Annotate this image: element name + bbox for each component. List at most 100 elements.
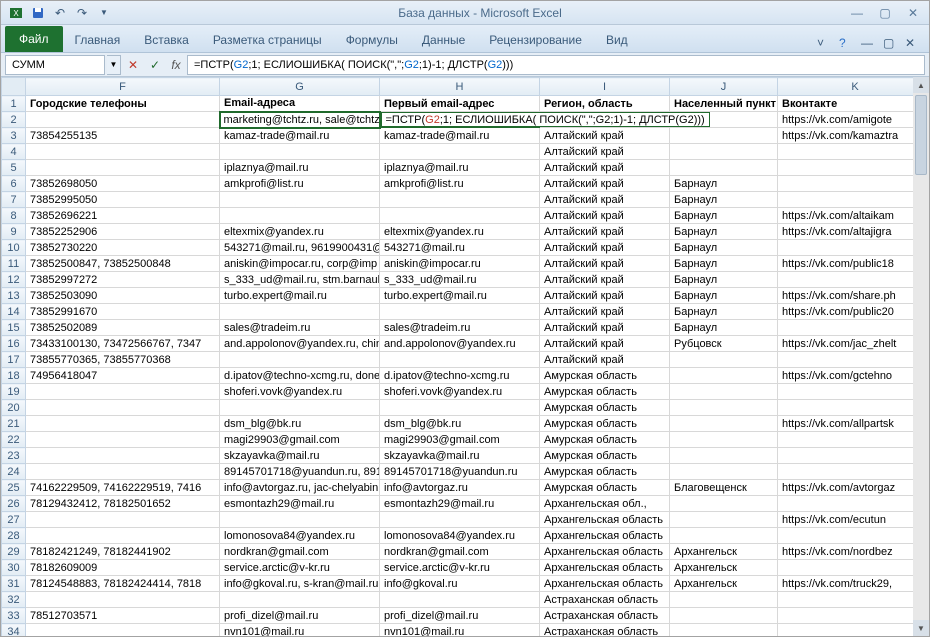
close-icon[interactable]: ✕ — [903, 5, 923, 21]
cell[interactable] — [26, 384, 220, 400]
cell[interactable]: Архангельская область — [540, 576, 670, 592]
cell[interactable]: 74162229509, 74162229519, 7416 — [26, 480, 220, 496]
cell[interactable]: 73852995050 — [26, 192, 220, 208]
row-header[interactable]: 33 — [2, 608, 26, 624]
row-header[interactable]: 30 — [2, 560, 26, 576]
tab-home[interactable]: Главная — [63, 28, 133, 52]
cell[interactable] — [220, 592, 380, 608]
cell[interactable] — [778, 192, 914, 208]
cell[interactable]: iplaznya@mail.ru — [220, 160, 380, 176]
cell[interactable]: Амурская область — [540, 432, 670, 448]
cell[interactable] — [26, 112, 220, 128]
cell[interactable]: 73852991670 — [26, 304, 220, 320]
qat-dropdown-icon[interactable]: ▼ — [95, 4, 113, 22]
cell[interactable]: Барнаул — [670, 320, 778, 336]
row-header[interactable]: 20 — [2, 400, 26, 416]
cell[interactable]: Амурская область — [540, 448, 670, 464]
cell[interactable] — [220, 512, 380, 528]
cell[interactable] — [670, 384, 778, 400]
cell[interactable] — [778, 272, 914, 288]
row-header[interactable]: 16 — [2, 336, 26, 352]
active-cell[interactable]: =ПСТР(G2;1; ЕСЛИОШИБКА( ПОИСК(",";G2;1)-… — [380, 112, 540, 128]
cell[interactable] — [220, 192, 380, 208]
cell[interactable] — [670, 160, 778, 176]
cell[interactable]: Архангельская обл., — [540, 496, 670, 512]
cell[interactable] — [778, 400, 914, 416]
cell[interactable]: s_333_ud@mail.ru — [380, 272, 540, 288]
cell[interactable]: Рубцовск — [670, 336, 778, 352]
cell[interactable] — [670, 400, 778, 416]
cell[interactable]: s_333_ud@mail.ru, stm.barnaul — [220, 272, 380, 288]
row-header[interactable]: 34 — [2, 624, 26, 637]
row-header[interactable]: 7 — [2, 192, 26, 208]
row-header[interactable]: 24 — [2, 464, 26, 480]
row-header[interactable]: 3 — [2, 128, 26, 144]
cell[interactable]: dsm_blg@bk.ru — [220, 416, 380, 432]
row-header[interactable]: 23 — [2, 448, 26, 464]
cell[interactable]: https://vk.com/truck29, — [778, 576, 914, 592]
doc-minimize-icon[interactable]: — — [861, 36, 877, 52]
cell[interactable]: Алтайский край — [540, 256, 670, 272]
save-icon[interactable] — [29, 4, 47, 22]
cell[interactable]: nordkran@gmail.com — [220, 544, 380, 560]
cell[interactable]: 73852698050 — [26, 176, 220, 192]
cell[interactable]: service.arctic@v-kr.ru — [380, 560, 540, 576]
enter-icon[interactable]: ✓ — [145, 55, 165, 75]
cell[interactable]: Архангельская область — [540, 512, 670, 528]
tab-formulas[interactable]: Формулы — [334, 28, 410, 52]
cancel-icon[interactable]: ✕ — [123, 55, 143, 75]
cell[interactable]: Астраханская область — [540, 592, 670, 608]
cell[interactable] — [778, 464, 914, 480]
cell[interactable]: magi29903@gmail.com — [380, 432, 540, 448]
cell[interactable]: Барнаул — [670, 304, 778, 320]
cell[interactable] — [778, 176, 914, 192]
row-header[interactable]: 21 — [2, 416, 26, 432]
cell[interactable]: Алтайский край — [540, 160, 670, 176]
row-header[interactable]: 4 — [2, 144, 26, 160]
cell[interactable]: magi29903@gmail.com — [220, 432, 380, 448]
header-cell[interactable]: Населенный пункт — [670, 96, 778, 112]
cell[interactable]: Алтайский край — [540, 304, 670, 320]
name-box-dropdown-icon[interactable]: ▼ — [107, 55, 121, 75]
row-header[interactable]: 15 — [2, 320, 26, 336]
cell[interactable] — [778, 624, 914, 637]
cell[interactable]: https://vk.com/kamaztra — [778, 128, 914, 144]
row-header[interactable]: 19 — [2, 384, 26, 400]
header-cell[interactable]: Вконтакте — [778, 96, 914, 112]
cell[interactable]: shoferi.vovk@yandex.ru — [380, 384, 540, 400]
row-header[interactable]: 28 — [2, 528, 26, 544]
cell[interactable] — [670, 432, 778, 448]
cell[interactable]: Алтайский край — [540, 224, 670, 240]
cell[interactable]: https://vk.com/nordbez — [778, 544, 914, 560]
cell[interactable]: https://vk.com/public18 — [778, 256, 914, 272]
cell[interactable]: Амурская область — [540, 368, 670, 384]
cell[interactable] — [380, 192, 540, 208]
cell[interactable]: 78182609009 — [26, 560, 220, 576]
cell[interactable] — [26, 528, 220, 544]
cell[interactable] — [220, 144, 380, 160]
cell[interactable]: lomonosova84@yandex.ru — [220, 528, 380, 544]
cell[interactable]: Астраханская область — [540, 624, 670, 637]
cell[interactable] — [778, 144, 914, 160]
cell[interactable] — [778, 560, 914, 576]
doc-restore-icon[interactable]: ▢ — [883, 36, 899, 52]
cell[interactable]: Амурская область — [540, 400, 670, 416]
cell[interactable]: https://vk.com/share.ph — [778, 288, 914, 304]
cell[interactable]: nvn101@mail.ru — [220, 624, 380, 637]
cell[interactable]: 73852252906 — [26, 224, 220, 240]
ribbon-minimize-icon[interactable]: ˅ — [817, 36, 833, 52]
cell[interactable]: https://vk.com/altajigra — [778, 224, 914, 240]
minimize-icon[interactable]: — — [847, 5, 867, 21]
cell[interactable]: https://vk.com/ecutun — [778, 512, 914, 528]
col-header-K[interactable]: K — [778, 78, 914, 96]
cell[interactable]: 73852696221 — [26, 208, 220, 224]
cell[interactable]: Амурская область — [540, 384, 670, 400]
cell[interactable]: and.appolonov@yandex.ru, chin — [220, 336, 380, 352]
cell[interactable]: Алтайский край — [540, 128, 670, 144]
redo-icon[interactable]: ↷ — [73, 4, 91, 22]
tab-data[interactable]: Данные — [410, 28, 477, 52]
row-header[interactable]: 14 — [2, 304, 26, 320]
cell[interactable] — [380, 208, 540, 224]
cell[interactable] — [778, 240, 914, 256]
row-header[interactable]: 1 — [2, 96, 26, 112]
